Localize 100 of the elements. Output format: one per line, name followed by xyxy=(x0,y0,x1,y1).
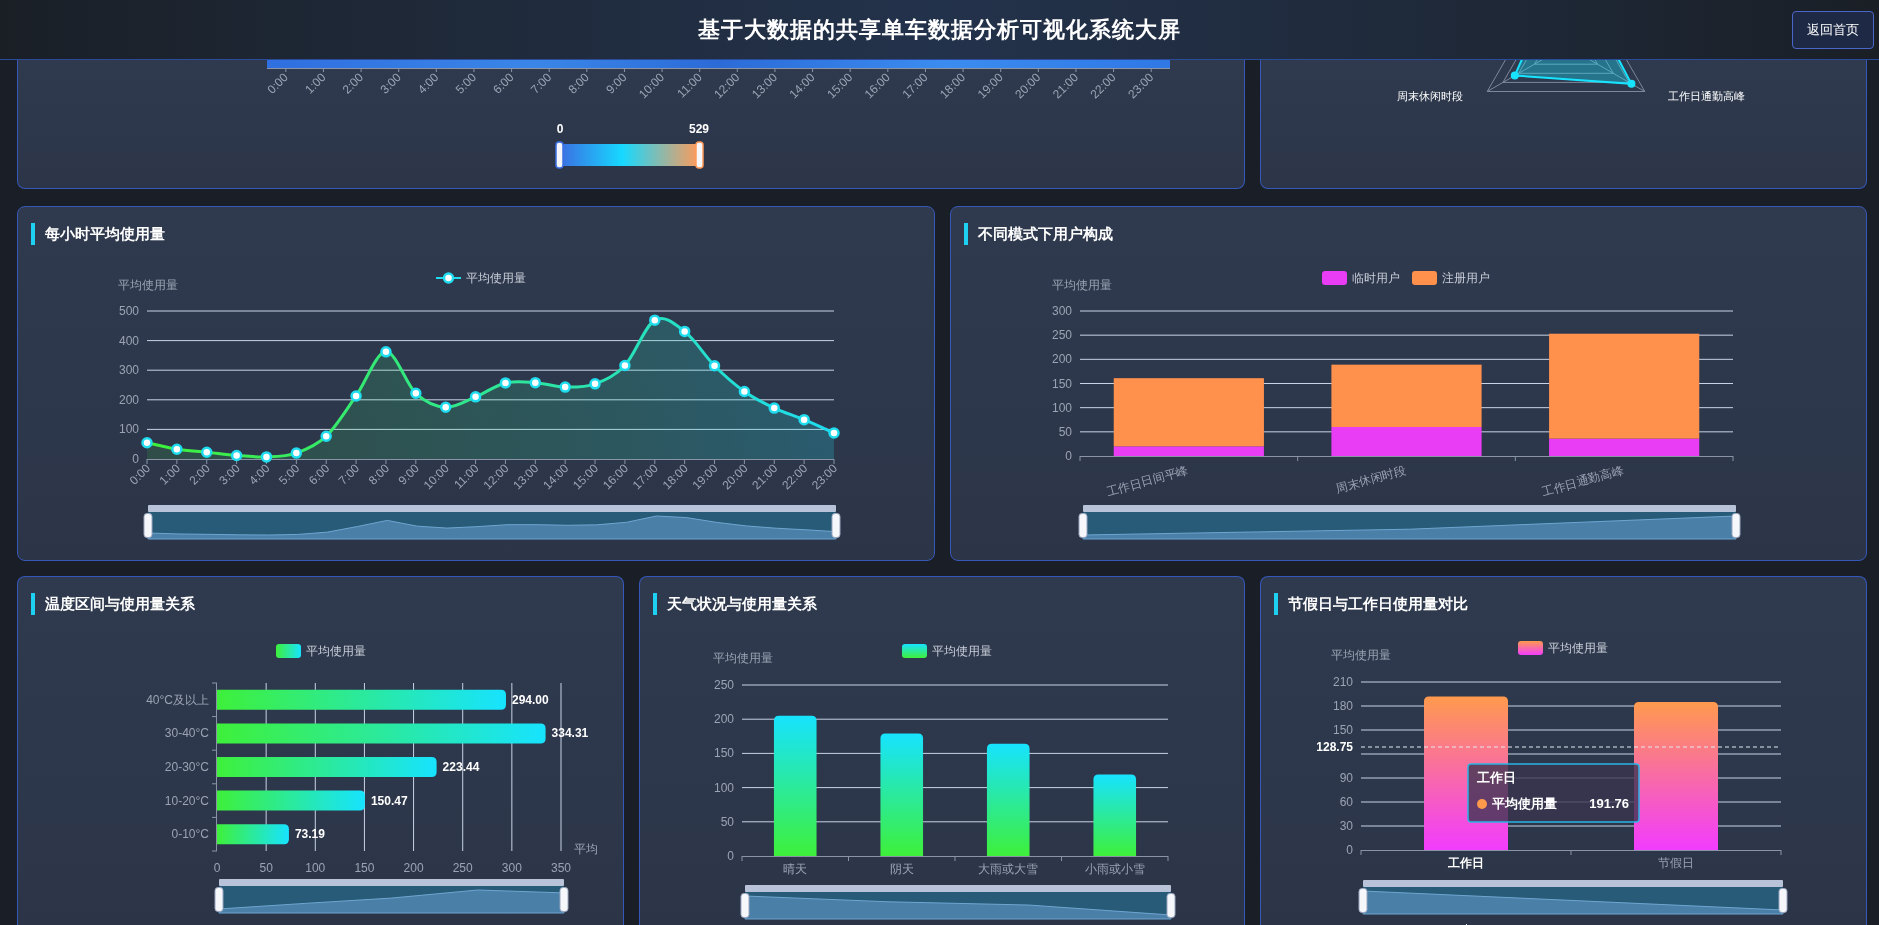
data-point xyxy=(559,381,571,393)
axis-label: 晴天 xyxy=(782,862,807,876)
axis-label: 0 xyxy=(132,452,139,466)
axis-label: 10-20°C xyxy=(164,793,209,808)
axis-label: 100 xyxy=(713,780,734,795)
axis-label: 210 xyxy=(1333,675,1354,689)
axis-title: 平均使用量 xyxy=(118,278,178,292)
data-label: 150.47 xyxy=(370,793,408,808)
axis-label: 8:00 xyxy=(365,461,393,488)
axis-label: 小雨或小雪 xyxy=(1084,862,1145,876)
data-point xyxy=(678,325,691,338)
slider-handle[interactable] xyxy=(1166,893,1176,918)
data-point xyxy=(380,346,392,358)
data-label: 334.31 xyxy=(551,726,589,741)
data-point xyxy=(439,401,452,413)
data-point xyxy=(290,447,303,459)
data-point xyxy=(260,451,273,463)
data-point xyxy=(410,387,422,400)
legend-label: 平均使用量 xyxy=(466,271,526,285)
axis-label: 30-40°C xyxy=(164,726,209,741)
axis-label: 400 xyxy=(118,333,139,348)
axis-label: 工作日通勤高峰 xyxy=(1667,90,1745,102)
back-button[interactable]: 返回首页 xyxy=(1792,10,1874,49)
axis-title: 平均使用量 xyxy=(712,651,773,665)
axis-label: 工作日日间平峰 xyxy=(1104,463,1190,499)
axis-label: 工作日 xyxy=(1448,856,1485,870)
axis-label: 40°C及以上 xyxy=(146,692,209,707)
axis-label: 4:00 xyxy=(415,70,442,97)
tooltip-title: 工作日 xyxy=(1477,770,1517,785)
data-point xyxy=(350,390,362,402)
axis-pointer-label: 128.75 xyxy=(1316,740,1354,754)
legend-swatch xyxy=(901,644,927,658)
axis-label: 500 xyxy=(118,304,139,318)
slider-handle[interactable] xyxy=(143,513,153,538)
axis-label: 250 xyxy=(452,861,473,875)
data-point xyxy=(738,385,751,398)
axis-label: 6:00 xyxy=(490,70,517,97)
axis-label: 300 xyxy=(118,363,139,378)
data-point xyxy=(649,314,661,326)
axis-label: 50 xyxy=(1058,424,1072,439)
data-point xyxy=(499,377,512,389)
slider-handle[interactable] xyxy=(831,513,841,538)
axis-label: 阴天 xyxy=(889,862,914,876)
axis-label: 0 xyxy=(1346,843,1354,857)
slider-handle[interactable] xyxy=(1778,888,1788,913)
axis-label: 150 xyxy=(354,861,375,875)
axis-label: 300 xyxy=(501,861,522,875)
legend-label: 平均使用量 xyxy=(1548,641,1609,655)
zoom-slider[interactable] xyxy=(744,885,1172,920)
axis-label: 350 xyxy=(551,861,571,875)
axis-label: 50 xyxy=(259,861,273,875)
tooltip-label: 平均使用量 xyxy=(1492,796,1558,811)
data-point xyxy=(320,430,332,442)
axis-label: 周末休闲时段 xyxy=(1333,463,1407,496)
panel-title: 节假日与工作日使用量对比 xyxy=(1274,593,1469,615)
data-point xyxy=(589,378,601,390)
axis-label: 90 xyxy=(1339,771,1354,785)
slider-handle[interactable] xyxy=(1731,513,1740,538)
axis-label: 30 xyxy=(1339,819,1354,833)
data-point xyxy=(201,446,213,458)
zoom-slider[interactable] xyxy=(1082,505,1736,540)
axis-label: 250 xyxy=(1051,328,1072,343)
panel-title: 每小时平均使用量 xyxy=(31,223,165,245)
axis-label: 周末休闲时段 xyxy=(1397,90,1464,102)
data-point xyxy=(529,376,542,389)
axis-label: 0 xyxy=(726,849,734,863)
legend-label: 临时用户 xyxy=(1351,271,1400,285)
data-point xyxy=(230,449,243,462)
panel-title: 温度区间与使用量关系 xyxy=(31,593,195,615)
axis-label: 4:00 xyxy=(246,461,273,488)
axis-label: 9:00 xyxy=(395,461,422,488)
axis-label: 200 xyxy=(403,861,424,875)
zoom-slider[interactable] xyxy=(147,505,837,540)
data-point xyxy=(798,413,810,426)
range-label: 0 xyxy=(556,122,564,136)
axis-label: 200 xyxy=(713,712,734,727)
slider-handle[interactable] xyxy=(740,893,750,918)
slider-handle[interactable] xyxy=(555,141,564,169)
axis-label: 50 xyxy=(720,814,734,829)
slider-handle[interactable] xyxy=(1358,888,1368,913)
axis-label: 100 xyxy=(1051,400,1072,415)
axis-label: 0-10°C xyxy=(171,827,209,842)
data-point xyxy=(469,391,482,403)
legend-swatch xyxy=(1518,641,1544,655)
slider-handle[interactable] xyxy=(1078,513,1087,538)
axis-title: 平均使用量 xyxy=(1051,278,1112,292)
zoom-slider[interactable] xyxy=(1362,880,1784,915)
legend-line-icon xyxy=(435,272,462,284)
data-point xyxy=(708,360,721,372)
data-point xyxy=(828,427,840,439)
axis-label: 0:00 xyxy=(264,70,291,97)
zoom-slider[interactable] xyxy=(218,879,565,914)
panel-title: 不同模式下用户构成 xyxy=(963,223,1113,245)
slider-handle[interactable] xyxy=(695,141,704,169)
slider-handle[interactable] xyxy=(214,887,224,912)
axis-label: 7:00 xyxy=(527,70,555,97)
legend-label: 注册用户 xyxy=(1441,271,1490,285)
slider-handle[interactable] xyxy=(559,887,569,912)
axis-label: 150 xyxy=(713,746,734,761)
axis-label: 250 xyxy=(713,678,734,692)
